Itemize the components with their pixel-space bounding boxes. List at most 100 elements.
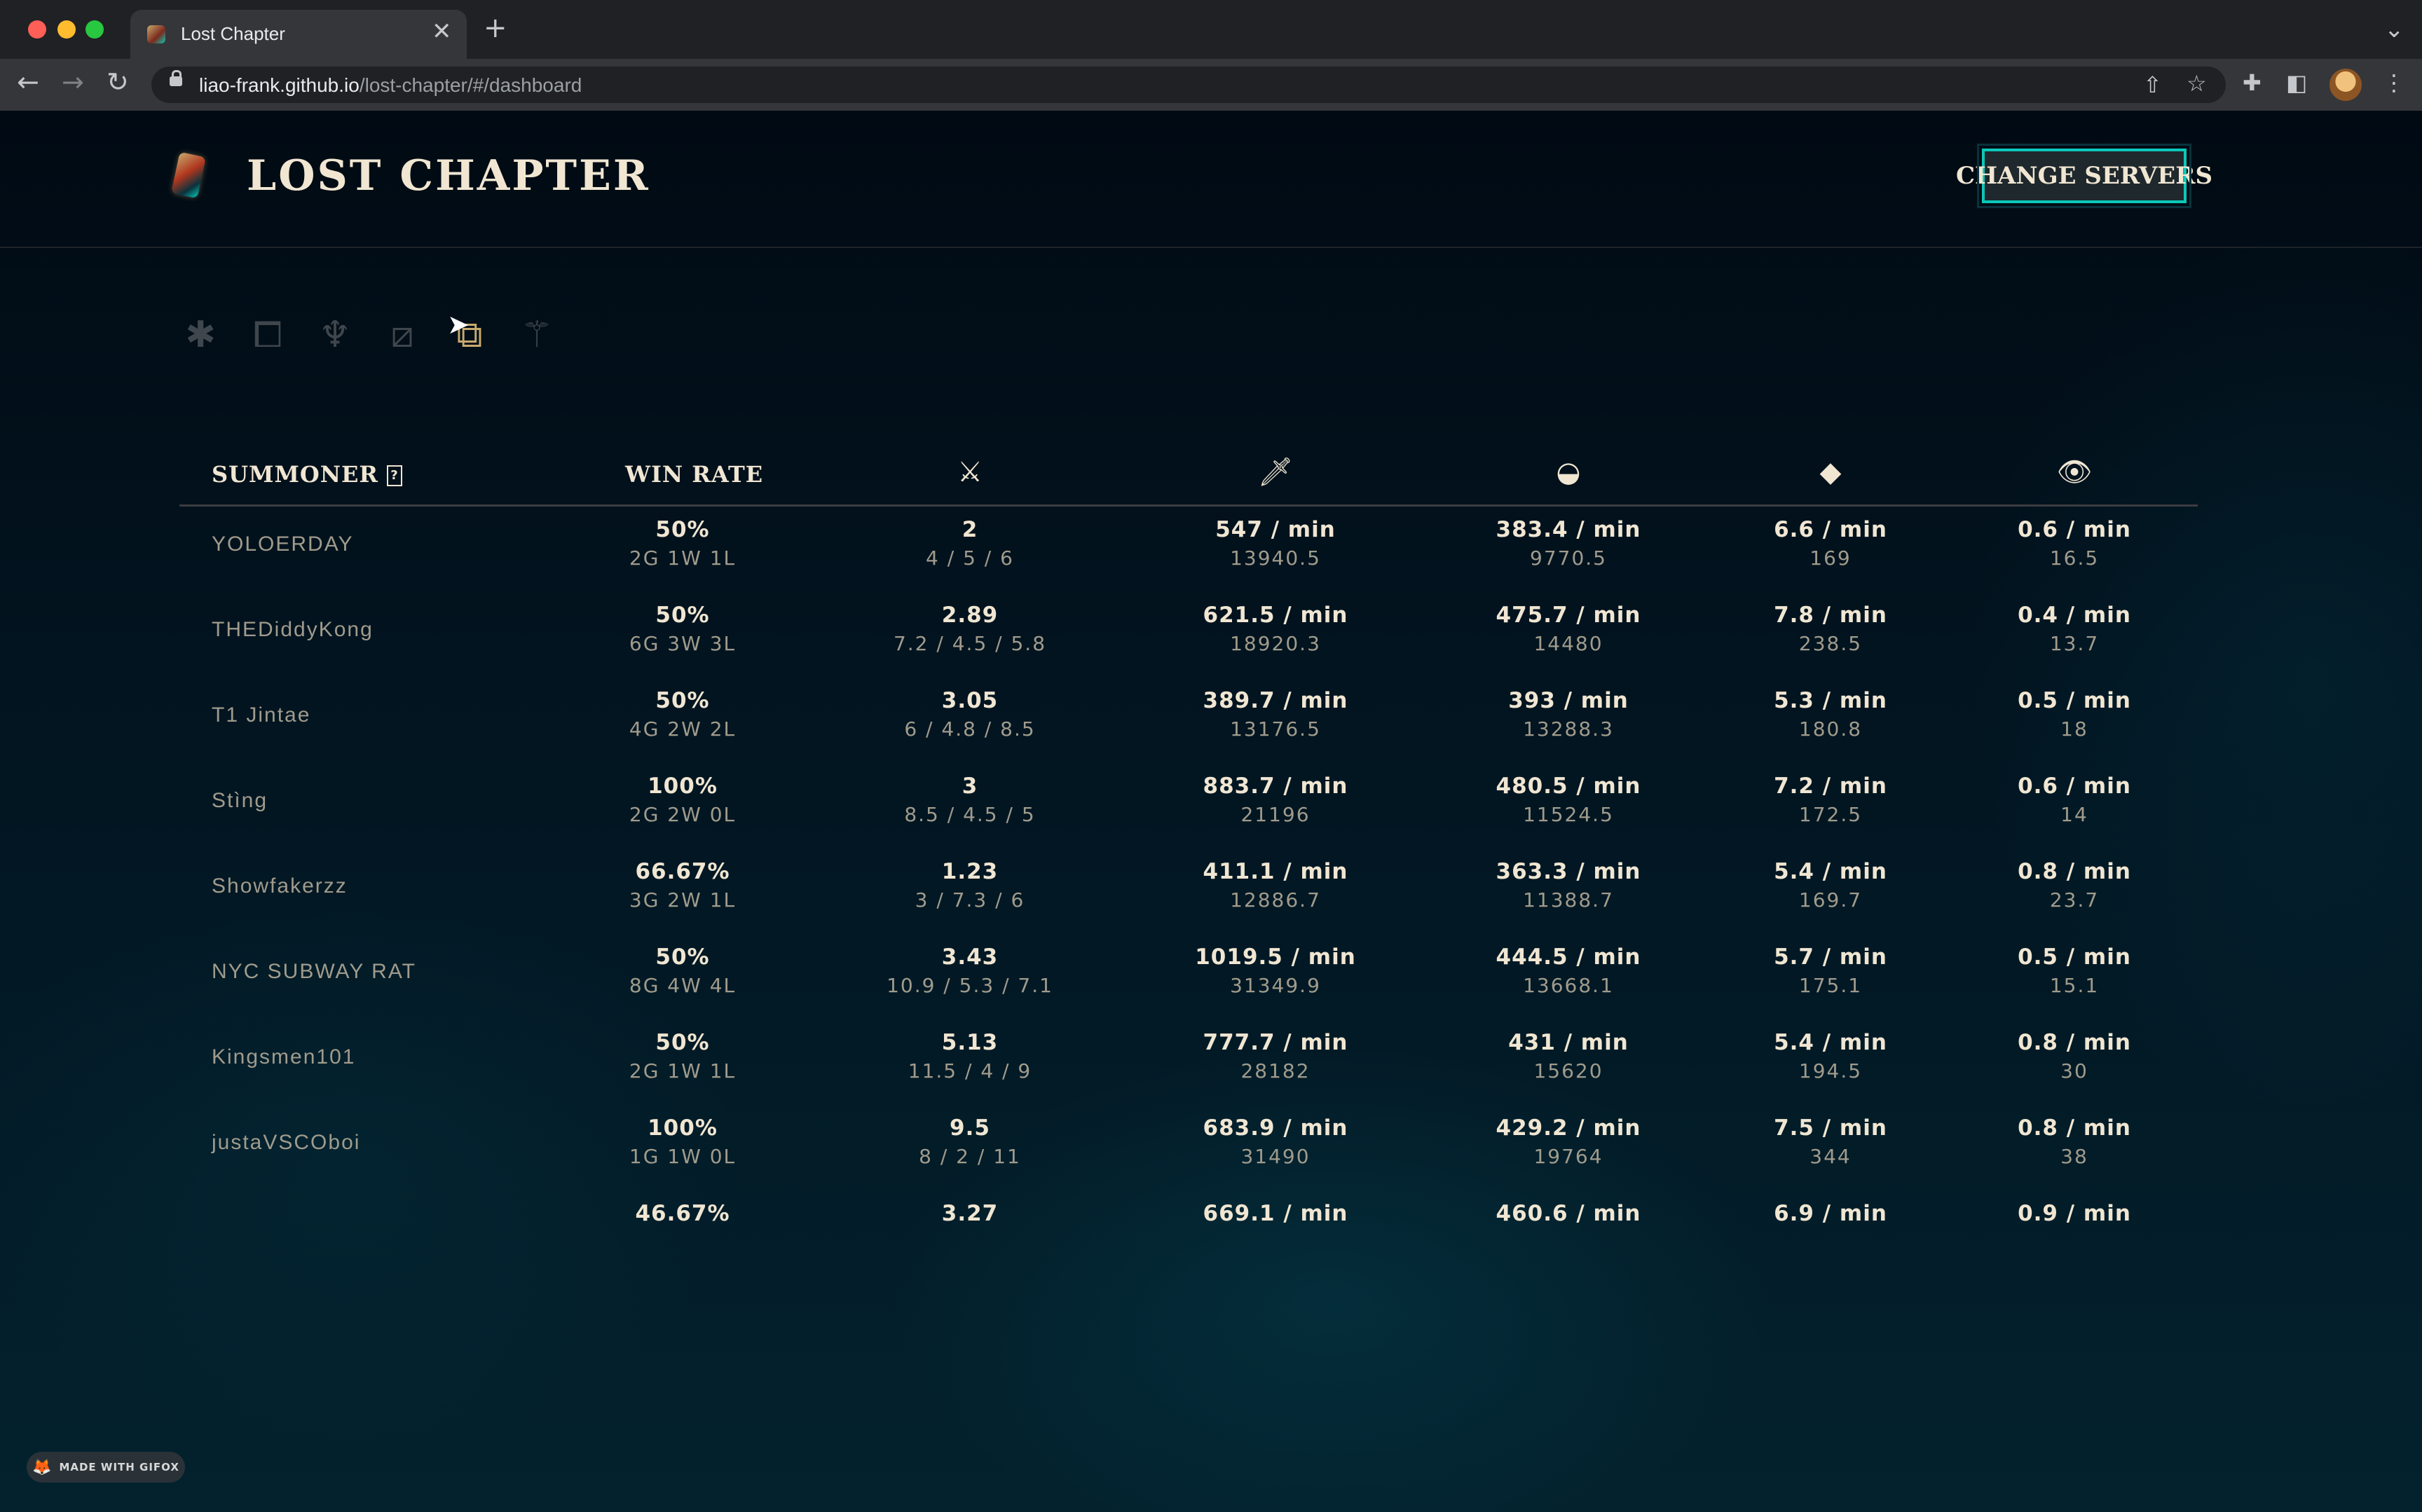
cs-value: 5.3 / min bbox=[1774, 688, 1887, 713]
winrate-cell: 50% 6G 3W 3L bbox=[556, 603, 809, 655]
table-row[interactable]: 46.67% 3.27 669.1 / min 460.6 / min 6.9 / mi… bbox=[179, 1188, 2198, 1274]
kda-value: 2 bbox=[962, 517, 978, 542]
forward-arrow-icon[interactable]: → bbox=[62, 69, 84, 95]
table-row[interactable]: justaVSCOboi 100% 1G 1W 0L 9.5 8 / 2 / 11 683… bbox=[179, 1103, 2198, 1188]
new-tab-button[interactable]: + bbox=[484, 14, 507, 42]
summoner-name[interactable]: Showfakerzz bbox=[212, 874, 348, 898]
vision-icon[interactable]: 👁 bbox=[2053, 455, 2095, 489]
cs-cell: 7.8 / min 238.5 bbox=[1704, 603, 1957, 655]
tab-favicon-icon bbox=[147, 25, 165, 43]
gold-detail: 11388.7 bbox=[1523, 888, 1614, 912]
winrate-column-header[interactable]: WIN RATE bbox=[625, 461, 763, 488]
gold-value: 480.5 / min bbox=[1496, 774, 1641, 799]
tab-close-icon[interactable]: ✕ bbox=[432, 20, 452, 43]
help-icon[interactable]: ? bbox=[386, 465, 402, 486]
cs-value: 6.9 / min bbox=[1774, 1201, 1887, 1226]
address-bar[interactable]: liao-frank.github.io/lost-chapter/#/dash… bbox=[151, 67, 2226, 103]
kda-value: 5.13 bbox=[941, 1030, 999, 1055]
gold-value: 429.2 / min bbox=[1496, 1115, 1641, 1141]
kda-cell: 5.13 11.5 / 4 / 9 bbox=[844, 1030, 1096, 1083]
site-title[interactable]: LOST CHAPTER bbox=[247, 151, 650, 200]
cs-detail: 172.5 bbox=[1798, 803, 1863, 826]
summoner-name[interactable]: THEDiddyKong bbox=[212, 618, 374, 642]
jungle-role-icon[interactable]: ♆ bbox=[315, 315, 355, 355]
kda-cell: 3.05 6 / 4.8 / 8.5 bbox=[844, 688, 1096, 741]
winrate-value: 50% bbox=[655, 688, 710, 713]
minimize-window-button[interactable] bbox=[57, 20, 76, 39]
table-row[interactable]: Kingsmen101 50% 2G 1W 1L 5.13 11.5 / 4 / 9 77… bbox=[179, 1017, 2198, 1103]
winrate-cell: 66.67% 3G 2W 1L bbox=[556, 859, 809, 912]
gold-cell: 444.5 / min 13668.1 bbox=[1442, 944, 1695, 997]
tab-search-chevron-icon[interactable]: ⌄ bbox=[2384, 15, 2404, 43]
kda-detail: 3 / 7.3 / 6 bbox=[915, 888, 1025, 912]
gold-cell: 363.3 / min 11388.7 bbox=[1442, 859, 1695, 912]
gold-icon[interactable]: ◒ bbox=[1547, 455, 1589, 489]
vision-value: 0.5 / min bbox=[2018, 944, 2131, 970]
side-panel-icon[interactable]: ◧ bbox=[2286, 71, 2307, 94]
profile-avatar[interactable] bbox=[2329, 69, 2362, 101]
summoner-name[interactable]: Kingsmen101 bbox=[212, 1045, 355, 1069]
table-row[interactable]: THEDiddyKong 50% 6G 3W 3L 2.89 7.2 / 4.5 / 5… bbox=[179, 590, 2198, 675]
winrate-cell: 50% 8G 4W 4L bbox=[556, 944, 809, 997]
gold-value: 393 / min bbox=[1508, 688, 1629, 713]
summoner-name[interactable]: NYC SUBWAY RAT bbox=[212, 960, 416, 984]
damage-cell: 547 / min 13940.5 bbox=[1149, 517, 1402, 570]
maximize-window-button[interactable] bbox=[85, 20, 104, 39]
winrate-cell: 100% 1G 1W 0L bbox=[556, 1115, 809, 1168]
kda-value: 3.05 bbox=[941, 688, 999, 713]
table-row[interactable]: Showfakerzz 66.67% 3G 2W 1L 1.23 3 / 7.3 / 6… bbox=[179, 846, 2198, 932]
summoner-name[interactable]: Stìng bbox=[212, 789, 268, 813]
made-with-gifox-badge: 🦊 MADE WITH GIFOX bbox=[27, 1452, 185, 1483]
lock-icon[interactable] bbox=[170, 70, 182, 86]
bookmark-star-icon[interactable]: ☆ bbox=[2187, 72, 2207, 95]
vision-value: 0.6 / min bbox=[2018, 774, 2131, 799]
cs-cell: 7.5 / min 344 bbox=[1704, 1115, 1957, 1168]
close-window-button[interactable] bbox=[28, 20, 46, 39]
vision-detail: 23.7 bbox=[2049, 888, 2100, 912]
reload-icon[interactable]: ↻ bbox=[107, 69, 129, 95]
lost-chapter-logo-icon[interactable] bbox=[171, 151, 206, 199]
extensions-puzzle-icon[interactable]: ✚ bbox=[2243, 71, 2262, 94]
table-row[interactable]: YOLOERDAY 50% 2G 1W 1L 2 4 / 5 / 6 547 / min 1… bbox=[179, 504, 2198, 590]
cs-icon[interactable]: ◆ bbox=[1809, 455, 1852, 489]
gold-cell: 431 / min 15620 bbox=[1442, 1030, 1695, 1083]
damage-detail: 13176.5 bbox=[1230, 717, 1321, 741]
damage-icon[interactable]: 🗡 bbox=[1254, 455, 1296, 489]
winrate-value: 50% bbox=[655, 603, 710, 628]
damage-cell: 389.7 / min 13176.5 bbox=[1149, 688, 1402, 741]
cs-detail: 238.5 bbox=[1798, 632, 1863, 655]
address-url[interactable]: liao-frank.github.io/lost-chapter/#/dash… bbox=[199, 74, 582, 97]
winrate-cell: 50% 4G 2W 2L bbox=[556, 688, 809, 741]
back-arrow-icon[interactable]: ← bbox=[17, 69, 39, 95]
support-role-icon[interactable]: ⚚ bbox=[517, 315, 556, 355]
damage-value: 547 / min bbox=[1215, 517, 1336, 542]
cs-detail: 175.1 bbox=[1798, 974, 1863, 997]
vision-detail: 30 bbox=[2060, 1059, 2088, 1083]
damage-cell: 883.7 / min 21196 bbox=[1149, 774, 1402, 826]
table-row[interactable]: Stìng 100% 2G 2W 0L 3 8.5 / 4.5 / 5 883.7 / m… bbox=[179, 761, 2198, 846]
browser-tab[interactable]: Lost Chapter ✕ bbox=[130, 10, 467, 59]
summoner-name[interactable]: T1 Jintae bbox=[212, 703, 310, 727]
damage-cell: 777.7 / min 28182 bbox=[1149, 1030, 1402, 1083]
table-row[interactable]: T1 Jintae 50% 4G 2W 2L 3.05 6 / 4.8 / 8.5 389… bbox=[179, 675, 2198, 761]
change-servers-button[interactable]: CHANGE SERVERS bbox=[1956, 144, 2212, 208]
winrate-detail: 2G 1W 1L bbox=[629, 1059, 737, 1083]
vision-detail: 14 bbox=[2060, 803, 2088, 826]
damage-cell: 669.1 / min bbox=[1149, 1201, 1402, 1230]
kda-icon[interactable]: ⚔ bbox=[949, 455, 991, 489]
summoner-name[interactable]: justaVSCOboi bbox=[212, 1131, 360, 1155]
summoner-column-header[interactable]: SUMMONER? bbox=[212, 461, 402, 488]
cs-value: 6.6 / min bbox=[1774, 517, 1887, 542]
browser-menu-icon[interactable]: ⋮ bbox=[2383, 71, 2405, 94]
winrate-detail: 2G 2W 0L bbox=[629, 803, 737, 826]
damage-detail: 31490 bbox=[1240, 1145, 1311, 1168]
cs-cell: 6.6 / min 169 bbox=[1704, 517, 1957, 570]
top-role-icon[interactable]: ⧠ bbox=[248, 315, 287, 355]
all-roles-icon[interactable]: ✱ bbox=[181, 315, 220, 355]
kda-value: 3 bbox=[962, 774, 978, 799]
table-row[interactable]: NYC SUBWAY RAT 50% 8G 4W 4L 3.43 10.9 / 5.3 … bbox=[179, 932, 2198, 1017]
share-icon[interactable]: ⇧ bbox=[2143, 74, 2162, 96]
summoner-name[interactable]: YOLOERDAY bbox=[212, 532, 354, 556]
mid-role-icon[interactable]: ⧄ bbox=[383, 315, 422, 355]
kda-value: 3.43 bbox=[941, 944, 999, 970]
